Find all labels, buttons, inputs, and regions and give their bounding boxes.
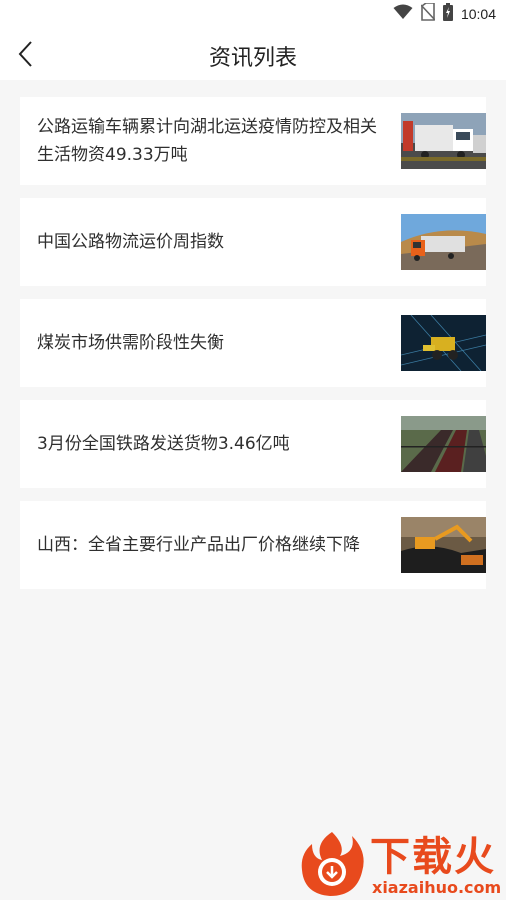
flame-logo-icon xyxy=(301,832,364,896)
news-item[interactable]: 公路运输车辆累计向湖北运送疫情防控及相关生活物资49.33万吨 xyxy=(20,97,486,185)
wifi-icon xyxy=(393,4,413,24)
watermark-title: 下载火 xyxy=(370,834,496,880)
news-title: 山西：全省主要行业产品出厂价格继续下降 xyxy=(37,535,360,555)
news-title: 煤炭市场供需阶段性失衡 xyxy=(37,333,224,353)
news-title: 3月份全国铁路发送货物3.46亿吨 xyxy=(37,434,290,454)
status-icons: 10:04 xyxy=(393,2,496,25)
watermark-logo: 下载火 xiazaihuo.com xyxy=(296,830,506,900)
news-item[interactable]: 3月份全国铁路发送货物3.46亿吨 xyxy=(20,400,486,488)
news-title: 中国公路物流运价周指数 xyxy=(37,232,224,252)
watermark-text: 下载火 xiazaihuo.com xyxy=(370,834,501,896)
status-bar: 10:04 xyxy=(0,0,506,28)
no-sim-icon xyxy=(420,2,436,25)
news-thumbnail xyxy=(401,517,486,573)
news-item[interactable]: 山西：全省主要行业产品出厂价格继续下降 xyxy=(20,501,486,589)
news-thumbnail xyxy=(401,315,486,371)
news-thumbnail xyxy=(401,416,486,472)
battery-icon xyxy=(442,3,453,25)
status-time: 10:04 xyxy=(460,6,496,22)
news-list: 公路运输车辆累计向湖北运送疫情防控及相关生活物资49.33万吨 中国公路物流运价… xyxy=(20,97,486,602)
news-item[interactable]: 煤炭市场供需阶段性失衡 xyxy=(20,299,486,387)
page-title: 资讯列表 xyxy=(208,46,297,71)
watermark-url: xiazaihuo.com xyxy=(372,878,502,897)
news-thumbnail xyxy=(401,214,486,270)
news-title: 公路运输车辆累计向湖北运送疫情防控及相关生活物资49.33万吨 xyxy=(37,117,377,165)
news-item[interactable]: 中国公路物流运价周指数 xyxy=(20,198,486,286)
news-thumbnail xyxy=(401,113,486,169)
app-header: 资讯列表 xyxy=(0,28,506,80)
